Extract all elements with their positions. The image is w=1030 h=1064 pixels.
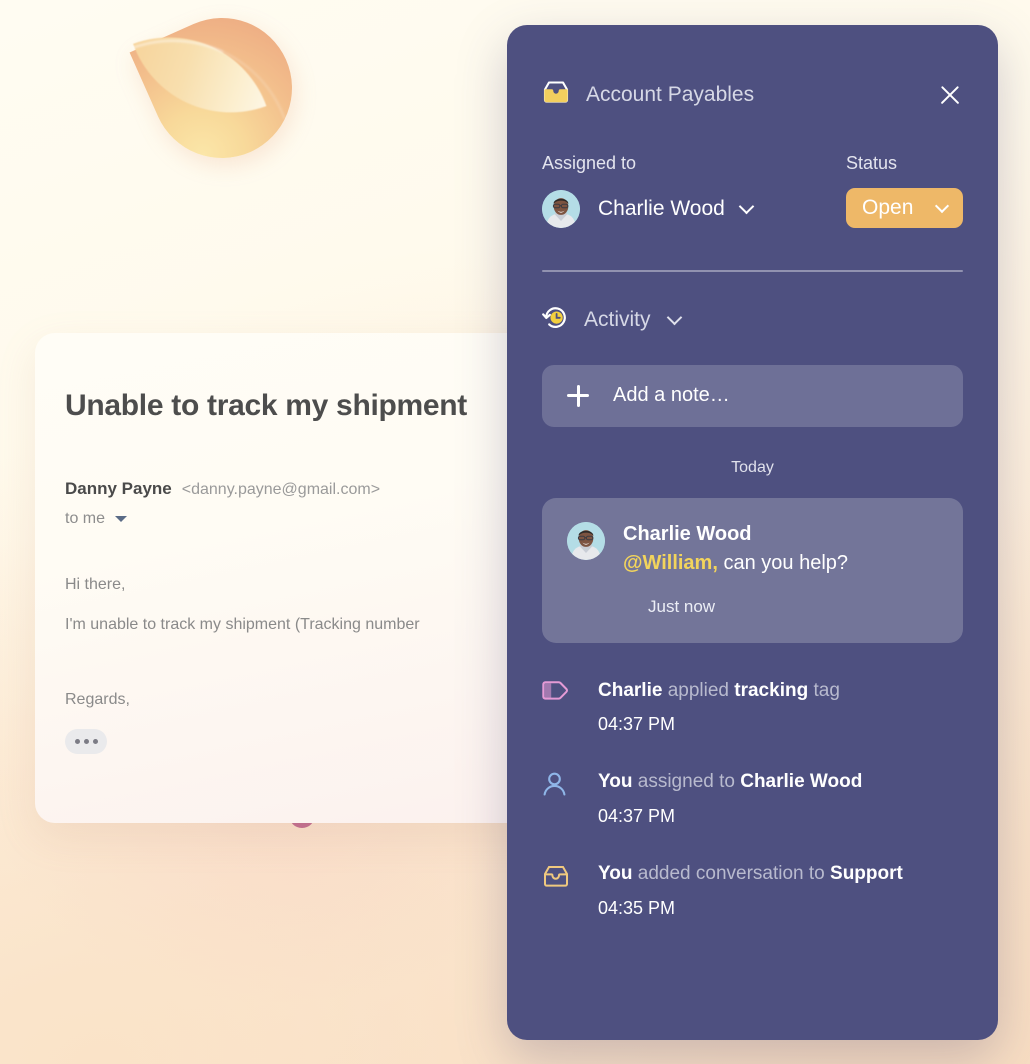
inbox-icon <box>542 80 570 109</box>
status-label: Status <box>846 153 898 173</box>
email-recipient-label: to me <box>65 510 106 527</box>
log-suffix: tag <box>813 679 840 701</box>
chevron-down-icon[interactable] <box>934 198 950 214</box>
status-dropdown[interactable]: Open <box>846 188 963 228</box>
log-body: Charlie applied tracking tag 04:37 PM <box>598 679 840 736</box>
email-body-line: I'm unable to track my shipment (Trackin… <box>65 616 420 634</box>
log-item: You added conversation to Support 04:35 … <box>542 862 963 919</box>
email-signoff: Regards, <box>65 691 130 709</box>
email-sender-address: <danny.payne@gmail.com> <box>181 481 381 498</box>
status-value: Open <box>862 196 914 219</box>
person-icon <box>542 772 572 827</box>
chevron-down-icon[interactable] <box>666 309 682 325</box>
assignee-name: Charlie Wood <box>598 197 725 220</box>
plus-icon <box>567 384 589 407</box>
log-text: You added conversation to Support <box>598 862 903 886</box>
activity-header[interactable]: Activity <box>542 304 963 336</box>
log-item: Charlie applied tracking tag 04:37 PM <box>542 679 963 736</box>
log-verb: applied <box>667 679 729 701</box>
dot <box>92 739 98 745</box>
log-target: Charlie Wood <box>740 771 863 793</box>
avatar <box>542 190 580 228</box>
chevron-down-icon[interactable] <box>738 198 755 215</box>
day-divider: Today <box>731 458 774 476</box>
log-actor: Charlie <box>598 679 663 701</box>
avatar <box>567 521 605 560</box>
conversation-details-panel: Account Payables Assigned to Charlie Woo… <box>507 25 998 1040</box>
log-text: Charlie applied tracking tag <box>598 679 840 703</box>
log-target: tracking <box>734 679 809 701</box>
mention[interactable]: @William, <box>623 552 718 574</box>
email-subject: Unable to track my shipment <box>65 389 467 422</box>
assignment-row: Assigned to Charlie Wood Status Open <box>542 153 963 228</box>
close-icon[interactable] <box>937 82 963 108</box>
dot <box>74 739 80 745</box>
divider <box>542 270 963 272</box>
email-sender-name: Danny Payne <box>65 479 172 498</box>
history-clock-icon <box>542 304 569 336</box>
log-timestamp: 04:37 PM <box>598 806 676 826</box>
note-author: Charlie Wood <box>623 522 752 545</box>
log-target: Support <box>830 863 903 884</box>
email-body: Hi there, I'm unable to track my shipmen… <box>65 575 581 634</box>
tag-icon <box>542 680 572 736</box>
assigned-to-label: Assigned to <box>542 153 637 173</box>
add-note-button[interactable]: Add a note… <box>542 364 963 427</box>
inbox-icon <box>542 864 572 919</box>
email-card: Unable to track my shipment Danny Payne <… <box>35 333 581 823</box>
add-note-placeholder: Add a note… <box>613 384 730 406</box>
log-verb: assigned to <box>637 771 735 793</box>
assignee-column: Assigned to Charlie Wood <box>542 153 846 228</box>
log-item: You assigned to Charlie Wood 04:37 PM <box>542 770 963 827</box>
dot <box>83 739 89 745</box>
caret-down-icon[interactable] <box>115 516 128 522</box>
note-content: Charlie Wood @William, can you help? <box>623 522 848 575</box>
email-recipient-row[interactable]: to me <box>65 510 581 528</box>
note-timestamp: Just now <box>648 596 716 616</box>
email-more-button[interactable] <box>65 729 107 755</box>
assignee-selector[interactable]: Charlie Wood <box>542 190 846 228</box>
log-body: You assigned to Charlie Wood 04:37 PM <box>598 770 862 827</box>
email-body-line: Hi there, <box>65 576 126 593</box>
email-from-line: Danny Payne <danny.payne@gmail.com> <box>65 479 581 499</box>
email-meta: Danny Payne <danny.payne@gmail.com> to me <box>65 479 581 528</box>
panel-header: Account Payables <box>542 25 963 109</box>
log-body: You added conversation to Support 04:35 … <box>598 862 903 919</box>
log-actor: You <box>598 771 633 793</box>
activity-label: Activity <box>584 307 651 331</box>
note-header: Charlie Wood @William, can you help? <box>567 521 938 575</box>
activity-log: Charlie applied tracking tag 04:37 PM Yo… <box>542 679 963 919</box>
status-column: Status Open <box>846 153 963 228</box>
log-verb: added conversation to <box>637 863 825 884</box>
log-timestamp: 04:37 PM <box>598 714 676 735</box>
note-message: can you help? <box>717 551 849 574</box>
note-text: @William, can you help? <box>623 552 848 575</box>
panel-title: Account Payables <box>586 82 755 106</box>
note-card: Charlie Wood @William, can you help? Jus… <box>542 497 963 643</box>
log-timestamp: 04:35 PM <box>598 897 676 918</box>
log-actor: You <box>598 863 633 884</box>
log-text: You assigned to Charlie Wood <box>598 770 862 794</box>
